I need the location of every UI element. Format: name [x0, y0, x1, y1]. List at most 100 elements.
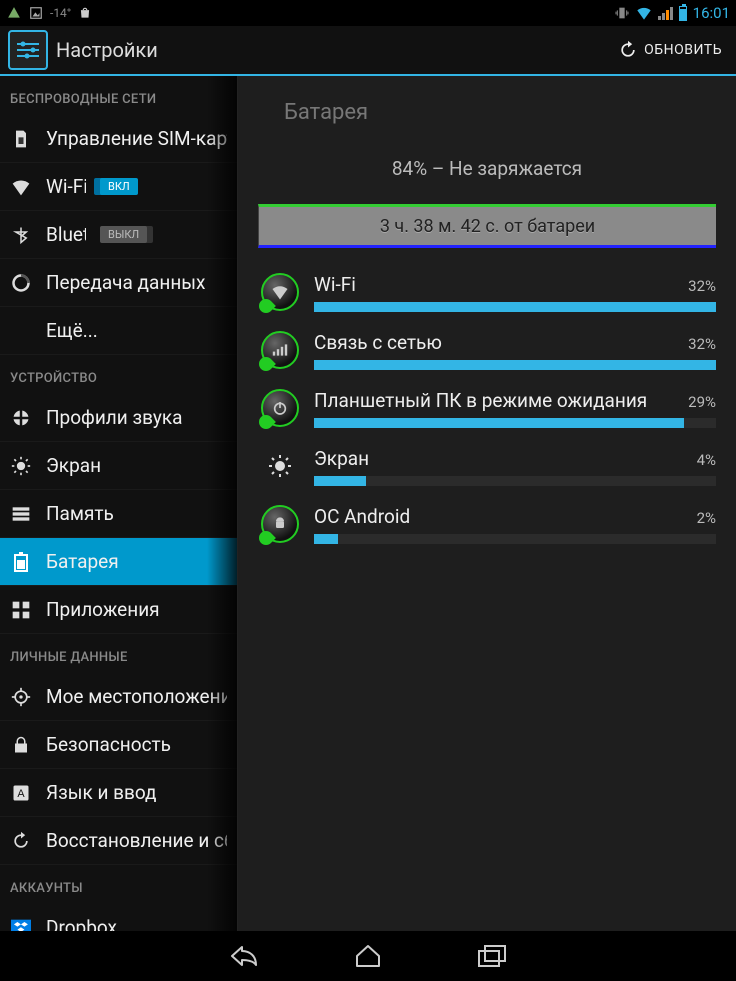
- bluetooth-icon: [10, 224, 32, 246]
- brightness-icon: [260, 446, 300, 486]
- panel-title: Батарея: [238, 76, 736, 149]
- sidebar-item-label: Профили звука: [46, 406, 182, 429]
- spacer-icon: [10, 320, 32, 342]
- sidebar-item-label: Память: [46, 502, 114, 525]
- sidebar-item-label: Экран: [46, 454, 101, 477]
- sidebar-item-more[interactable]: Ещё...: [0, 307, 237, 355]
- sidebar-item-label: Восстановление и сброс: [46, 829, 227, 852]
- usage-row[interactable]: Экран 4%: [260, 438, 716, 490]
- sidebar-item-label: Ещё...: [46, 319, 98, 342]
- usage-bar-fill: [314, 476, 366, 486]
- vibrate-icon: [614, 5, 630, 21]
- usage-bar-fill: [314, 534, 338, 544]
- sidebar-item-label: Язык и ввод: [46, 781, 157, 804]
- sidebar-item-location[interactable]: Мое местоположение: [0, 673, 237, 721]
- sidebar-item-backup[interactable]: Восстановление и сброс: [0, 817, 237, 865]
- language-icon: A: [10, 782, 32, 804]
- battery-usage-list: Wi-Fi 32% Связь с сетью 32%: [238, 248, 736, 548]
- sidebar-item-label: Безопасность: [46, 733, 171, 756]
- sidebar-item-label: Wi-Fi: [46, 175, 86, 198]
- battery-status-icon: [679, 6, 687, 21]
- sim-icon: [10, 128, 32, 150]
- usage-percent: 32%: [688, 335, 716, 353]
- sidebar-item-apps[interactable]: Приложения: [0, 586, 237, 634]
- app-notif-icon: [6, 5, 22, 21]
- chart-caption: 3 ч. 38 м. 42 с. от батареи: [380, 216, 595, 237]
- sidebar-section-device: УСТРОЙСТВО: [0, 355, 237, 394]
- sidebar-item-label: Приложения: [46, 598, 160, 621]
- usage-label: Связь с сетью: [314, 331, 442, 354]
- wifi-status-icon: [636, 5, 652, 21]
- usage-bar: [314, 360, 716, 370]
- sidebar-item-label: Батарея: [46, 550, 119, 573]
- refresh-label: ОБНОВИТЬ: [644, 42, 722, 58]
- usage-bar: [314, 418, 716, 428]
- sidebar-item-dropbox[interactable]: Dropbox: [0, 904, 237, 931]
- usage-label: ОС Android: [314, 505, 410, 528]
- image-notif-icon: [28, 5, 44, 21]
- status-temperature: -14°: [50, 6, 71, 20]
- home-button[interactable]: [351, 941, 385, 971]
- refresh-button[interactable]: ОБНОВИТЬ: [604, 26, 736, 74]
- usage-row[interactable]: Планшетный ПК в режиме ожидания 29%: [260, 380, 716, 432]
- action-bar: Настройки ОБНОВИТЬ: [0, 26, 736, 76]
- back-button[interactable]: [227, 941, 261, 971]
- android-ring-icon: [260, 504, 300, 544]
- sidebar-item-display[interactable]: Экран: [0, 442, 237, 490]
- sidebar-item-label: Bluetooth: [46, 223, 86, 246]
- usage-bar-fill: [314, 418, 684, 428]
- sidebar-section-accounts: АККАУНТЫ: [0, 865, 237, 904]
- sidebar-item-label: Dropbox: [46, 916, 117, 931]
- sidebar-item-storage[interactable]: Память: [0, 490, 237, 538]
- usage-percent: 32%: [688, 277, 716, 295]
- recent-apps-button[interactable]: [475, 941, 509, 971]
- battery-history-chart[interactable]: 3 ч. 38 м. 42 с. от батареи: [258, 204, 716, 248]
- display-icon: [10, 455, 32, 477]
- usage-percent: 2%: [697, 509, 716, 527]
- sidebar-item-language[interactable]: A Язык и ввод: [0, 769, 237, 817]
- sidebar-item-sound[interactable]: Профили звука: [0, 394, 237, 442]
- sidebar-item-battery[interactable]: Батарея: [0, 538, 237, 586]
- battery-summary: 84% – Не заряжается: [238, 149, 736, 204]
- sidebar-item-label: Управление SIM-картами: [46, 127, 227, 150]
- backup-icon: [10, 830, 32, 852]
- wifi-icon: [10, 176, 32, 198]
- settings-sidebar: БЕСПРОВОДНЫЕ СЕТИ Управление SIM-картами…: [0, 76, 238, 931]
- usage-bar-fill: [314, 360, 716, 370]
- wifi-toggle[interactable]: ВКЛ: [100, 178, 138, 195]
- sidebar-item-security[interactable]: Безопасность: [0, 721, 237, 769]
- refresh-icon: [618, 40, 638, 60]
- sidebar-item-sim[interactable]: Управление SIM-картами: [0, 115, 237, 163]
- usage-label: Планшетный ПК в режиме ожидания: [314, 389, 647, 412]
- apps-icon: [10, 599, 32, 621]
- location-icon: [10, 686, 32, 708]
- cell-signal-icon: [658, 6, 673, 20]
- storage-icon: [10, 503, 32, 525]
- sidebar-item-bluetooth[interactable]: Bluetooth ВЫКЛ: [0, 211, 237, 259]
- bluetooth-toggle[interactable]: ВЫКЛ: [100, 226, 147, 243]
- usage-row[interactable]: ОС Android 2%: [260, 496, 716, 548]
- settings-app-icon[interactable]: [8, 30, 48, 70]
- lock-icon: [10, 734, 32, 756]
- cell-ring-icon: [260, 330, 300, 370]
- svg-text:A: A: [17, 788, 25, 800]
- usage-row[interactable]: Wi-Fi 32%: [260, 264, 716, 316]
- sound-icon: [10, 407, 32, 429]
- usage-label: Экран: [314, 447, 369, 470]
- usage-bar-fill: [314, 302, 716, 312]
- usage-row[interactable]: Связь с сетью 32%: [260, 322, 716, 374]
- battery-panel: Батарея 84% – Не заряжается 3 ч. 38 м. 4…: [238, 76, 736, 931]
- data-usage-icon: [10, 272, 32, 294]
- shop-notif-icon: [77, 5, 93, 21]
- system-nav-bar: [0, 931, 736, 981]
- action-bar-title: Настройки: [56, 38, 158, 62]
- power-ring-icon: [260, 388, 300, 428]
- usage-bar: [314, 476, 716, 486]
- battery-icon: [10, 551, 32, 573]
- usage-percent: 29%: [688, 393, 716, 411]
- sidebar-section-personal: ЛИЧНЫЕ ДАННЫЕ: [0, 634, 237, 673]
- sidebar-item-wifi[interactable]: Wi-Fi ВКЛ: [0, 163, 237, 211]
- sidebar-item-data-usage[interactable]: Передача данных: [0, 259, 237, 307]
- usage-label: Wi-Fi: [314, 273, 356, 296]
- status-bar: -14° 16:01: [0, 0, 736, 26]
